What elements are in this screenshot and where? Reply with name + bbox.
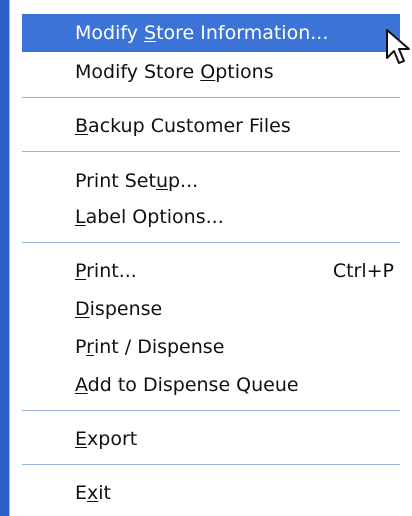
menu-item-label: Print / Dispense <box>75 336 225 358</box>
menu-item-label: Modify Store Options <box>75 61 274 83</box>
menu-item-label: Add to Dispense Queue <box>75 374 299 396</box>
menu-item-print-dispense[interactable]: Print / Dispense <box>22 328 400 366</box>
menu-item-exit[interactable]: Exit <box>22 474 400 512</box>
menu-item-add-to-dispense-queue[interactable]: Add to Dispense Queue <box>22 366 400 404</box>
menu-item-print-setup[interactable]: Print Setup... <box>22 162 400 200</box>
menu-separator <box>22 151 400 152</box>
file-menu: Modify Store Information... Modify Store… <box>9 0 412 516</box>
arrow-pointer-icon <box>386 29 410 64</box>
menu-item-dispense[interactable]: Dispense <box>22 290 400 328</box>
menu-item-label-options[interactable]: Label Options... <box>22 198 400 236</box>
window-edge <box>0 0 9 516</box>
menu-item-backup-customer-files[interactable]: Backup Customer Files <box>22 107 400 145</box>
menu-item-label: Exit <box>75 482 111 504</box>
menu-separator <box>22 242 400 243</box>
menu-separator <box>22 97 400 98</box>
menu-separator <box>22 464 400 465</box>
menu-item-label: Print... <box>75 260 137 282</box>
menu-item-modify-store-information[interactable]: Modify Store Information... <box>22 14 400 52</box>
menu-item-label: Print Setup... <box>75 170 199 192</box>
menu-item-print[interactable]: Print... Ctrl+P <box>22 252 400 290</box>
menu-separator <box>22 410 400 411</box>
menu-item-label: Dispense <box>75 298 163 320</box>
menu-item-label: Modify Store Information... <box>75 22 329 44</box>
menu-item-label: Label Options... <box>75 206 224 228</box>
menu-item-shortcut: Ctrl+P <box>332 260 394 282</box>
menu-item-label: Backup Customer Files <box>75 115 291 137</box>
menu-item-export[interactable]: Export <box>22 420 400 458</box>
menu-item-modify-store-options[interactable]: Modify Store Options <box>22 53 400 91</box>
menu-item-label: Export <box>75 428 138 450</box>
